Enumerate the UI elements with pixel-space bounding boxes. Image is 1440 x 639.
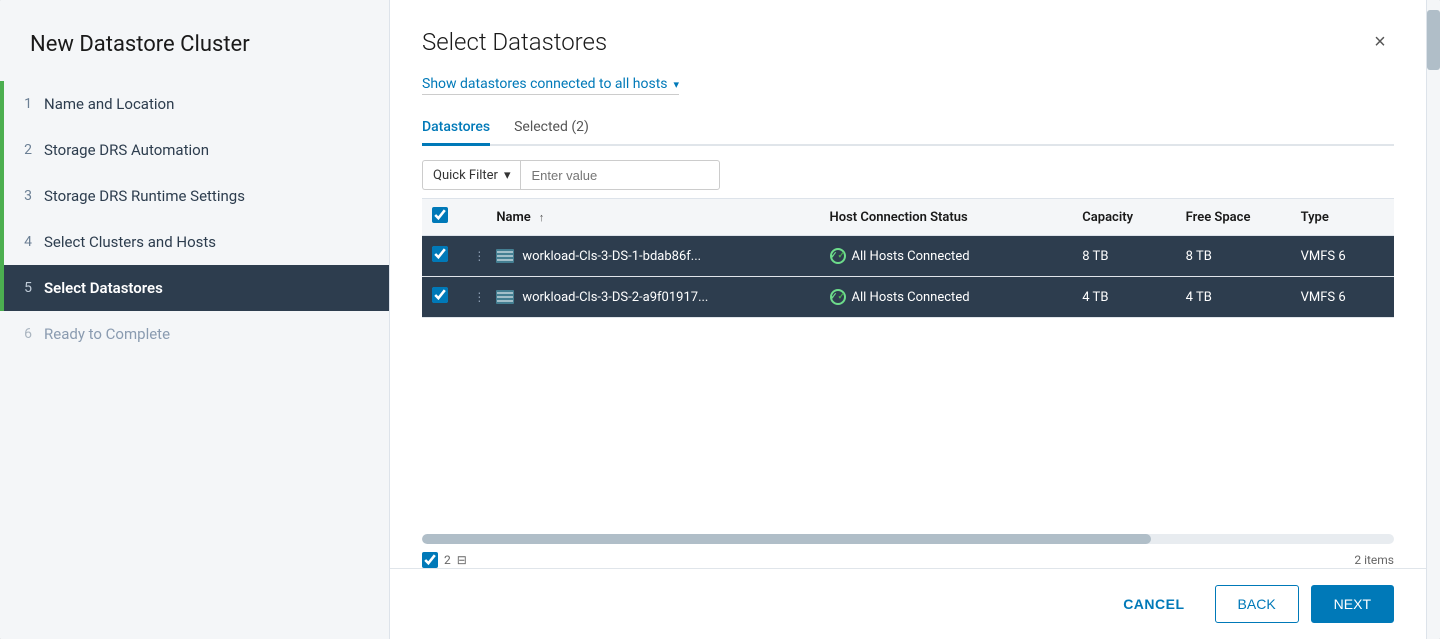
main-body: Show datastores connected to all hosts ▾… (390, 56, 1426, 568)
row-capacity-cell: 4 TB (1072, 277, 1175, 318)
row-checkbox-cell (422, 236, 463, 277)
step-number: 1 (4, 96, 44, 112)
status-column-header[interactable]: Host Connection Status (820, 199, 1073, 236)
table-header-row: Name ↑ Host Connection Status Capacity (422, 199, 1394, 236)
steps-list: 1Name and Location2Storage DRS Automatio… (0, 81, 389, 639)
step-label: Select Datastores (44, 279, 163, 297)
sidebar-step-5: 5Select Datastores (0, 265, 389, 311)
freespace-header-label: Free Space (1186, 210, 1251, 225)
scrollbar-thumb[interactable] (422, 534, 1151, 544)
main-content: Select Datastores × Show datastores conn… (390, 0, 1426, 639)
step-number: 2 (4, 142, 44, 158)
sidebar-step-6[interactable]: 6Ready to Complete (0, 311, 389, 357)
table-section: Quick Filter ▾ (422, 160, 1394, 568)
sidebar-step-2[interactable]: 2Storage DRS Automation (0, 127, 389, 173)
table-row[interactable]: ⋮ workload-Cls-3-DS-2-a9f01917... ✓ All … (422, 277, 1394, 318)
quick-filter-label: Quick Filter (433, 168, 498, 183)
quick-filter-input[interactable] (520, 160, 720, 190)
quick-filter-row: Quick Filter ▾ (422, 160, 1394, 190)
row-drag-handle[interactable]: ⋮ (463, 277, 486, 318)
status-connected-icon: ✓ (830, 248, 846, 264)
status-header-label: Host Connection Status (830, 210, 968, 225)
step-number: 3 (4, 188, 44, 204)
row-freespace-cell: 4 TB (1176, 277, 1291, 318)
row-capacity-cell: 8 TB (1072, 236, 1175, 277)
type-column-header[interactable]: Type (1291, 199, 1394, 236)
tab-selected[interactable]: Selected (2) (514, 111, 589, 146)
row-type-cell: VMFS 6 (1291, 236, 1394, 277)
datastore-table-wrapper: Name ↑ Host Connection Status Capacity (422, 198, 1394, 534)
row-checkbox-cell (422, 277, 463, 318)
datastore-filter-dropdown[interactable]: Show datastores connected to all hosts ▾ (422, 76, 679, 95)
datastore-icon (496, 249, 514, 263)
footer-count-label: 2 (444, 553, 451, 567)
vertical-scrollbar[interactable] (1426, 0, 1440, 639)
filter-row: Show datastores connected to all hosts ▾ (422, 76, 1394, 95)
footer-items-icon: ⊟ (457, 553, 467, 567)
row-checkbox[interactable] (432, 246, 448, 262)
table-row[interactable]: ⋮ workload-Cls-3-DS-1-bdab86f... ✓ All H… (422, 236, 1394, 277)
horizontal-scrollbar[interactable] (422, 534, 1394, 544)
quick-filter-select[interactable]: Quick Filter ▾ (422, 160, 520, 190)
select-all-header (422, 199, 463, 236)
name-column-header[interactable]: Name ↑ (486, 199, 819, 236)
step-label: Name and Location (44, 95, 174, 113)
drag-header (463, 199, 486, 236)
status-label: All Hosts Connected (852, 249, 970, 264)
back-button[interactable]: BACK (1215, 585, 1299, 623)
select-all-checkbox[interactable] (432, 207, 448, 223)
chevron-down-icon: ▾ (674, 78, 680, 91)
footer-left: 2 ⊟ (422, 552, 467, 568)
close-button[interactable]: × (1366, 28, 1394, 56)
filter-dropdown-label: Show datastores connected to all hosts (422, 76, 668, 92)
sort-ascending-icon: ↑ (539, 211, 545, 224)
step-label: Ready to Complete (44, 325, 170, 343)
datastore-icon (496, 290, 514, 304)
step-label: Storage DRS Runtime Settings (44, 187, 245, 205)
step-label: Select Clusters and Hosts (44, 233, 216, 251)
footer-select-all-checkbox[interactable] (422, 552, 438, 568)
row-status-cell: ✓ All Hosts Connected (820, 277, 1073, 318)
row-drag-handle[interactable]: ⋮ (463, 236, 486, 277)
cancel-button[interactable]: CANCEL (1105, 586, 1202, 622)
tab-bar: Datastores Selected (2) (422, 111, 1394, 146)
capacity-column-header[interactable]: Capacity (1072, 199, 1175, 236)
dialog-title: New Datastore Cluster (0, 0, 389, 81)
vertical-scrollbar-thumb[interactable] (1427, 10, 1440, 70)
name-header-label: Name (496, 210, 530, 225)
row-name-cell: workload-Cls-3-DS-1-bdab86f... (486, 236, 819, 277)
next-button[interactable]: NEXT (1311, 585, 1394, 623)
row-freespace-cell: 8 TB (1176, 236, 1291, 277)
row-checkbox[interactable] (432, 287, 448, 303)
sidebar-step-3[interactable]: 3Storage DRS Runtime Settings (0, 173, 389, 219)
row-type-cell: VMFS 6 (1291, 277, 1394, 318)
datastore-name: workload-Cls-3-DS-2-a9f01917... (522, 290, 708, 305)
step-number: 6 (4, 326, 44, 342)
row-name-cell: workload-Cls-3-DS-2-a9f01917... (486, 277, 819, 318)
capacity-header-label: Capacity (1082, 210, 1133, 225)
table-footer: 2 ⊟ 2 items (422, 548, 1394, 568)
step-number: 5 (4, 280, 44, 296)
sidebar-step-4[interactable]: 4Select Clusters and Hosts (0, 219, 389, 265)
type-header-label: Type (1301, 210, 1329, 225)
wizard-sidebar: New Datastore Cluster 1Name and Location… (0, 0, 390, 639)
new-datastore-cluster-dialog: New Datastore Cluster 1Name and Location… (0, 0, 1440, 639)
table-body: ⋮ workload-Cls-3-DS-1-bdab86f... ✓ All H… (422, 236, 1394, 318)
step-label: Storage DRS Automation (44, 141, 209, 159)
datastore-table: Name ↑ Host Connection Status Capacity (422, 198, 1394, 318)
tab-datastores[interactable]: Datastores (422, 111, 490, 146)
chevron-down-icon: ▾ (504, 168, 511, 183)
main-title: Select Datastores (422, 28, 607, 56)
main-header: Select Datastores × (390, 0, 1426, 56)
datastore-name: workload-Cls-3-DS-1-bdab86f... (522, 249, 701, 264)
sidebar-step-1[interactable]: 1Name and Location (0, 81, 389, 127)
items-count: 2 items (1354, 553, 1394, 567)
step-number: 4 (4, 234, 44, 250)
dialog-footer: CANCEL BACK NEXT (390, 568, 1426, 639)
status-label: All Hosts Connected (852, 290, 970, 305)
status-connected-icon: ✓ (830, 289, 846, 305)
row-status-cell: ✓ All Hosts Connected (820, 236, 1073, 277)
freespace-column-header[interactable]: Free Space (1176, 199, 1291, 236)
